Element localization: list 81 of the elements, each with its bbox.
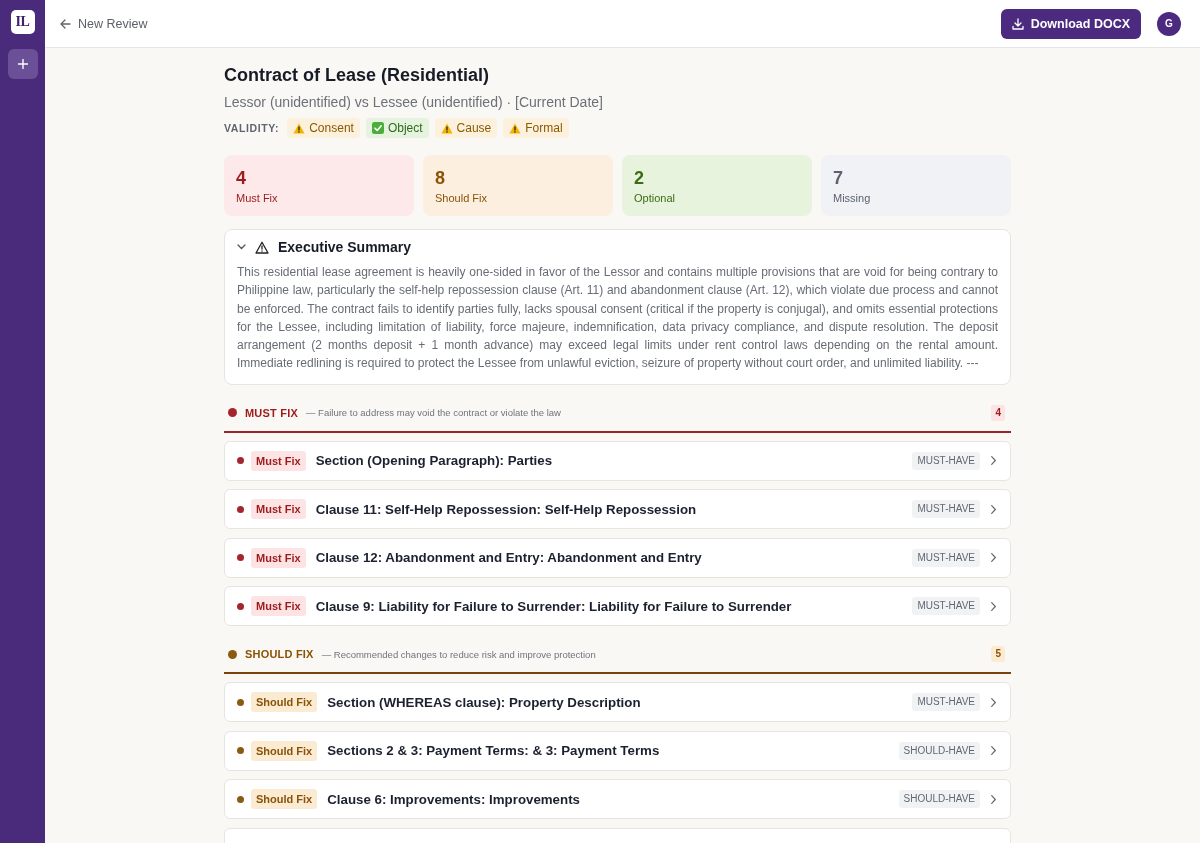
chevron-right-icon bbox=[991, 553, 996, 563]
plus-icon bbox=[17, 59, 28, 69]
priority-badge: Must Fix bbox=[251, 450, 306, 471]
issue-title: Clause 11: Self-Help Repossession: Self-Help Repossession bbox=[315, 501, 697, 517]
priority-badge: Should Fix bbox=[251, 740, 318, 761]
stat-label: Missing bbox=[833, 191, 872, 205]
requirement-tag: SHOULD-HAVE bbox=[898, 790, 980, 809]
status-dot-icon bbox=[237, 795, 244, 803]
issue-row[interactable]: Should Fix Section (WHEREAS clause): Property Description MUST-HAVE bbox=[224, 682, 1011, 723]
priority-badge: Should Fix bbox=[251, 789, 318, 810]
requirement-tag: MUST-HAVE bbox=[912, 597, 980, 616]
issue-title: Section (Opening Paragraph): Parties bbox=[315, 453, 553, 469]
chevron-right-icon bbox=[991, 456, 996, 466]
issue-title: Clause 12: Abandonment and Entry: Abandonment and Entry bbox=[315, 550, 702, 566]
issue-title: Clause 6: Improvements: Improvements bbox=[327, 791, 580, 807]
issue-row[interactable]: Must Fix Section (Opening Paragraph): Parties MUST-HAVE bbox=[224, 440, 1011, 481]
warning-icon bbox=[293, 122, 306, 134]
section-description: — Failure to address may void the contract or violate the law bbox=[305, 407, 561, 419]
status-dot-icon bbox=[237, 698, 244, 706]
priority-badge: Must Fix bbox=[251, 547, 306, 568]
section-description: — Recommended changes to reduce risk and improve protection bbox=[321, 648, 596, 660]
section-title: SHOULD FIX bbox=[245, 648, 314, 661]
requirement-tag: MUST-HAVE bbox=[912, 693, 980, 712]
warning-icon bbox=[440, 122, 453, 134]
download-button[interactable]: Download DOCX bbox=[1000, 8, 1141, 39]
stat-label: Optional bbox=[634, 191, 676, 205]
requirement-tag: MUST-HAVE bbox=[912, 548, 980, 567]
count-badge: 5 bbox=[991, 646, 1005, 663]
issue-row[interactable]: Should Fix Sections 2 & 3: Payment Terms: & 3: Payment Terms SHOULD-HAVE bbox=[224, 730, 1011, 771]
chevron-down-icon[interactable] bbox=[237, 244, 246, 250]
stat-label: Must Fix bbox=[236, 191, 279, 205]
priority-badge: Should Fix bbox=[251, 692, 318, 713]
stat-value: 8 bbox=[435, 167, 446, 189]
summary-text: This residential lease agreement is heavily one-sided in favor of the Lessor and contains multiple provisions that are void for being contrary to Philippine law, particularly the self-help repossession clause (Art. 11) and abandonment clause (Art. 12), which violate due process and cannot be enforced. The contract fails to identify parties fully, lacks spousal consent (critical if the property is conjugal), and omits essential protections for the Lessee, including limitation of liability, force majeure, indemnification, data privacy compliance, and dispute resolution. The deposit arrangement (2 months deposit + 1 month advance) may exceed legal limits under rent control laws depending on the rental amount. Immediate redlining is required to protect the Lessee from unlawful eviction, seizure of property without court order, and unlimited liability. --- bbox=[237, 264, 998, 373]
stat-value: 7 bbox=[833, 167, 844, 189]
chevron-right-icon bbox=[991, 504, 996, 514]
issue-row[interactable]: Must Fix Clause 12: Abandonment and Entry: Abandonment and Entry MUST-HAVE bbox=[224, 537, 1011, 578]
requirement-tag: SHOULD-HAVE bbox=[898, 741, 980, 760]
stat-value: 2 bbox=[634, 167, 645, 189]
status-dot-icon bbox=[237, 554, 244, 562]
status-dot-icon bbox=[237, 457, 244, 465]
document-subtitle: Lessor (unidentified) vs Lessee (unidentified) · [Current Date] bbox=[224, 93, 604, 112]
issue-title: Section (WHEREAS clause): Property Description bbox=[327, 694, 641, 710]
issue-title: Sections 2 & 3: Payment Terms: & 3: Payment Terms bbox=[327, 743, 660, 759]
requirement-tag: MUST-HAVE bbox=[912, 451, 980, 470]
summary-title: Executive Summary bbox=[278, 239, 412, 255]
validity-chip: Consent bbox=[287, 118, 360, 138]
status-dot-icon bbox=[237, 505, 244, 513]
count-badge: 4 bbox=[991, 404, 1005, 421]
arrow-left-icon bbox=[60, 18, 71, 29]
warning-icon bbox=[509, 122, 522, 134]
validity-chip: Formal bbox=[503, 118, 569, 138]
issue-row[interactable]: Must Fix Clause 11: Self-Help Repossession: Self-Help Repossession MUST-HAVE bbox=[224, 489, 1011, 530]
check-icon bbox=[371, 122, 384, 134]
issue-title: Clause 9: Liability for Failure to Surrender: Liability for Failure to Surrender bbox=[315, 598, 792, 614]
app-logo: IL bbox=[10, 10, 35, 34]
status-dot-icon bbox=[228, 408, 237, 418]
chevron-right-icon bbox=[991, 794, 996, 804]
status-dot-icon bbox=[228, 649, 237, 659]
download-icon bbox=[1011, 17, 1024, 30]
issue-row[interactable]: Must Fix Clause 9: Liability for Failure to Surrender: Liability for Failure to Surrender MUST-HAVE bbox=[224, 586, 1011, 627]
chevron-right-icon bbox=[991, 697, 996, 707]
chevron-right-icon bbox=[991, 601, 996, 611]
stat-value: 4 bbox=[236, 167, 247, 189]
requirement-tag: MUST-HAVE bbox=[912, 500, 980, 519]
warning-icon bbox=[255, 240, 269, 254]
status-dot-icon bbox=[237, 747, 244, 755]
back-link[interactable]: New Review bbox=[60, 16, 148, 31]
priority-badge: Must Fix bbox=[251, 596, 306, 617]
section-title: MUST FIX bbox=[245, 406, 298, 419]
user-avatar[interactable]: G bbox=[1157, 11, 1181, 36]
chevron-right-icon bbox=[991, 746, 996, 756]
stat-label: Should Fix bbox=[435, 191, 488, 205]
validity-label: VALIDITY: bbox=[224, 122, 280, 134]
issue-row[interactable]: Should Fix Clause 6: Improvements: Improvements SHOULD-HAVE bbox=[224, 779, 1011, 820]
document-title: Contract of Lease (Residential) bbox=[224, 64, 491, 86]
validity-chip: Object bbox=[365, 118, 429, 138]
new-review-button[interactable] bbox=[7, 49, 38, 79]
validity-chip: Cause bbox=[434, 118, 498, 138]
priority-badge: Must Fix bbox=[251, 499, 306, 520]
status-dot-icon bbox=[237, 602, 244, 610]
